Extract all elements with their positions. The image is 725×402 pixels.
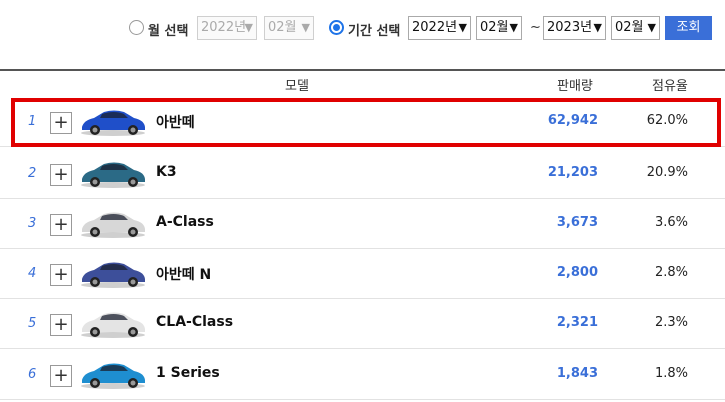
table-row[interactable]: 3 + A-Class 3,673 3.6% [0,199,725,249]
rank-number: 3 [28,216,37,231]
table-row[interactable]: 2 + K3 21,203 20.9% [0,149,725,199]
column-header-share: 점유율 [652,79,688,94]
sales-value: 62,942 [547,113,598,128]
period-select-radio[interactable] [329,20,344,35]
model-name[interactable]: K3 [156,164,177,180]
rank-number: 1 [28,114,37,129]
chevron-down-icon: ▼ [509,21,518,34]
table-header-divider [0,69,725,71]
column-header-sales: 판매량 [557,79,593,94]
range-separator: ~ [530,20,541,35]
row-divider [0,399,725,400]
chevron-down-icon: ▼ [301,21,310,34]
share-value: 1.8% [654,366,688,381]
filter-bar: 월 선택 2022년 ▼ 02월 ▼ 기간 선택 2022년 ▼ 02월 ▼ ~ 202… [0,15,725,41]
car-thumbnail [81,262,145,288]
month-month-select[interactable]: 02월 ▼ [264,16,314,40]
sales-value: 3,673 [556,215,598,230]
share-value: 20.9% [646,165,688,180]
rank-number: 4 [28,266,37,281]
model-name[interactable]: 아반떼 [156,112,195,132]
model-name[interactable]: CLA-Class [156,314,233,330]
model-name[interactable]: 1 Series [156,365,220,381]
sales-value: 1,843 [556,366,598,381]
month-select-radio[interactable] [129,20,144,35]
share-value: 3.6% [654,215,688,230]
rank-number: 5 [28,316,37,331]
row-divider [0,146,725,147]
table-row[interactable]: 6 +1 Series 1,843 1.8% [0,350,725,400]
car-thumbnail [81,363,145,389]
car-thumbnail [81,110,145,136]
to-year-select[interactable]: 2023년 ▼ [543,16,606,40]
share-value: 62.0% [646,113,688,128]
expand-icon[interactable]: + [50,112,72,134]
row-divider [0,348,725,349]
expand-icon[interactable]: + [50,214,72,236]
from-year-select[interactable]: 2022년 ▼ [408,16,471,40]
sales-value: 21,203 [547,165,598,180]
table-row[interactable]: 4 + 아반떼 N 2,800 2.8% [0,249,725,299]
car-thumbnail [81,312,145,338]
period-select-label: 기간 선택 [348,24,401,39]
model-name[interactable]: A-Class [156,214,214,230]
car-thumbnail [81,212,145,238]
rank-number: 6 [28,367,37,382]
sales-value: 2,321 [556,315,598,330]
month-year-select[interactable]: 2022년 ▼ [197,16,257,40]
month-select-label: 월 선택 [148,24,189,39]
table-row[interactable]: 5 + CLA-Class 2,321 2.3% [0,299,725,349]
chevron-down-icon: ▼ [647,21,656,34]
share-value: 2.3% [654,315,688,330]
to-month-select[interactable]: 02월 ▼ [611,16,660,40]
expand-icon[interactable]: + [50,314,72,336]
expand-icon[interactable]: + [50,164,72,186]
sales-value: 2,800 [556,265,598,280]
car-thumbnail [81,162,145,188]
chevron-down-icon: ▼ [458,21,467,34]
share-value: 2.8% [654,265,688,280]
model-name[interactable]: 아반떼 N [156,264,211,284]
rank-number: 2 [28,166,37,181]
from-month-select[interactable]: 02월 ▼ [476,16,522,40]
expand-icon[interactable]: + [50,365,72,387]
table-row[interactable]: 1 + 아반떼 62,942 62.0% [0,97,725,147]
search-button[interactable]: 조회 [665,16,712,40]
column-header-model: 모델 [285,79,309,94]
chevron-down-icon: ▼ [244,21,253,34]
chevron-down-icon: ▼ [593,21,602,34]
expand-icon[interactable]: + [50,264,72,286]
